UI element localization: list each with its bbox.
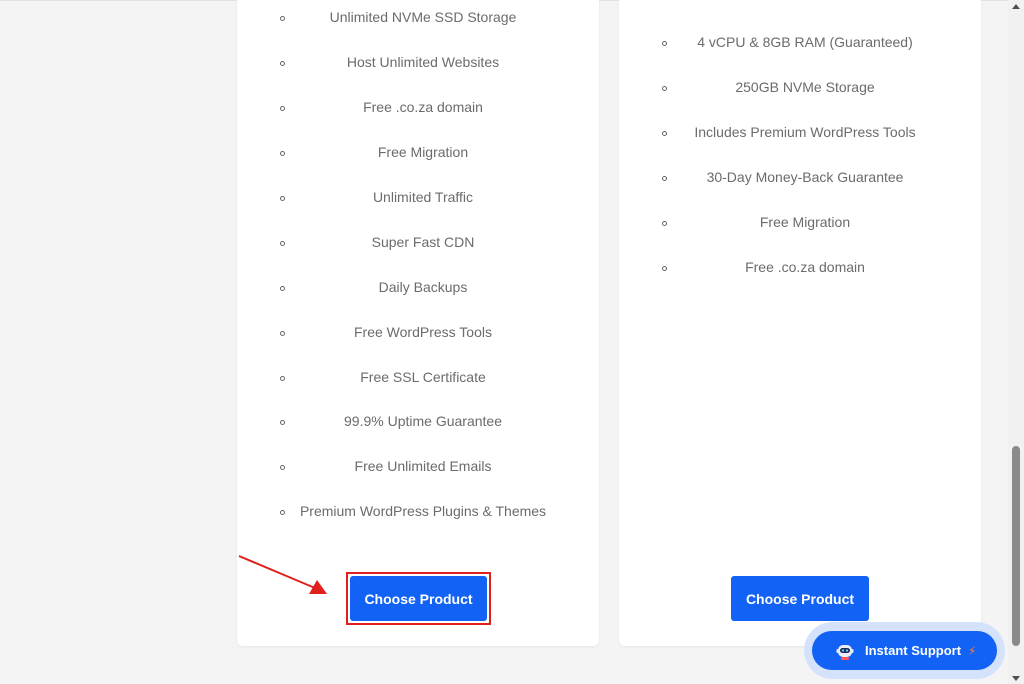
bullet-icon [662, 131, 667, 137]
bullet-icon [280, 106, 285, 112]
feature-item: 4 vCPU & 8GB RAM (Guaranteed) [619, 20, 981, 65]
bolt-icon: ⚡ [968, 643, 977, 658]
feature-item: Free Unlimited Emails [237, 444, 599, 489]
feature-item: Free .co.za domain [619, 244, 981, 289]
bullet-icon [662, 176, 667, 182]
annotation-arrow-icon [238, 555, 327, 594]
feature-list-right: 4 vCPU & 8GB RAM (Guaranteed) 250GB NVMe… [619, 20, 981, 289]
feature-item: Free .co.za domain [237, 85, 599, 130]
instant-support-button[interactable]: Instant Support ⚡ [812, 631, 997, 670]
feature-item: Free Migration [619, 200, 981, 245]
feature-item: Host Unlimited Websites [237, 40, 599, 85]
bullet-icon [280, 420, 285, 426]
feature-item: Free Migration [237, 130, 599, 175]
scroll-down-arrow-icon[interactable] [1012, 676, 1020, 681]
feature-item: 250GB NVMe Storage [619, 65, 981, 110]
robot-icon [836, 644, 854, 660]
bullet-icon [280, 375, 285, 381]
feature-item: Super Fast CDN [237, 219, 599, 264]
feature-item: Unlimited NVMe SSD Storage [237, 0, 599, 40]
feature-list-left: Unlimited NVMe SSD Storage Host Unlimite… [237, 0, 599, 534]
bullet-icon [662, 221, 667, 226]
feature-item: Free SSL Certificate [237, 354, 599, 399]
choose-product-button-right[interactable]: Choose Product [731, 576, 869, 621]
instant-support-label: Instant Support [865, 643, 962, 658]
feature-item: Unlimited Traffic [237, 175, 599, 220]
plan-card-right: 4 vCPU & 8GB RAM (Guaranteed) 250GB NVMe… [619, 0, 981, 646]
feature-item: Daily Backups [237, 264, 599, 309]
page-scrollbar[interactable] [1008, 0, 1024, 684]
feature-item: 99.9% Uptime Guarantee [237, 399, 599, 444]
bullet-icon [280, 285, 285, 291]
feature-item: 30-Day Money-Back Guarantee [619, 155, 981, 200]
bullet-icon [280, 61, 285, 67]
bullet-icon [662, 265, 667, 271]
bullet-icon [280, 465, 285, 471]
bullet-icon [280, 16, 285, 22]
bullet-icon [280, 196, 285, 201]
choose-product-button-left[interactable]: Choose Product [350, 576, 487, 621]
bullet-icon [280, 240, 285, 246]
bullet-icon [280, 330, 285, 336]
scrollbar-thumb[interactable] [1012, 446, 1020, 646]
scroll-up-arrow-icon[interactable] [1012, 4, 1020, 9]
feature-item: Free WordPress Tools [237, 309, 599, 354]
bullet-icon [280, 151, 285, 157]
bullet-icon [662, 41, 667, 47]
bullet-icon [280, 510, 285, 516]
bullet-icon [662, 86, 667, 92]
feature-item: Includes Premium WordPress Tools [619, 110, 981, 155]
feature-item: Premium WordPress Plugins & Themes [237, 489, 599, 534]
